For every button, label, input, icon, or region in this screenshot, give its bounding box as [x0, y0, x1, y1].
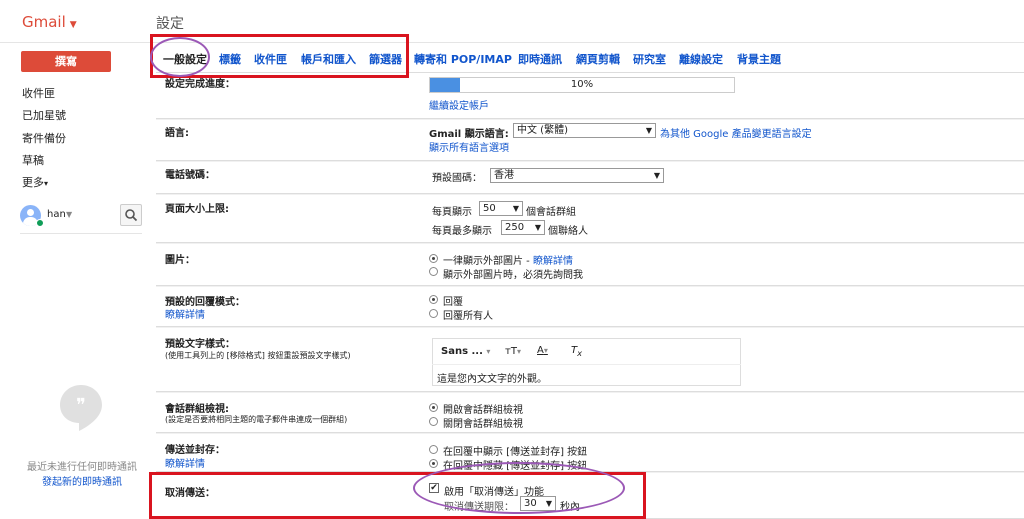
tab-chat[interactable]: 即時通訊 [518, 51, 562, 67]
radio-ask-before-images[interactable] [429, 267, 438, 276]
conversation-off-option: 關閉會話群組檢視 [443, 419, 523, 430]
tab-offline[interactable]: 離線設定 [679, 51, 723, 67]
tab-web-clips[interactable]: 網頁剪輯 [576, 51, 620, 67]
annotation-ellipse-undo-send [413, 462, 625, 514]
settings-row-send-archive [156, 434, 1024, 472]
reply-learn-more-link[interactable]: 瞭解詳情 [165, 306, 205, 321]
settings-row-images [156, 244, 1024, 286]
start-chat-link[interactable]: 發起新的即時通訊 [22, 473, 142, 488]
tab-themes[interactable]: 背景主題 [737, 51, 781, 67]
show-send-archive-option: 在回覆中顯示 [傳送並封存] 按鈕 [443, 447, 588, 458]
radio-show-send-archive[interactable] [429, 445, 438, 454]
conversations-per-page-prefix: 每頁顯示 [432, 207, 472, 218]
online-status-dot [36, 219, 44, 227]
text-color-icon[interactable]: A▾ [537, 345, 548, 356]
contacts-per-page-select[interactable]: 250 ▼ [501, 220, 545, 235]
send-archive-learn-more-link[interactable]: 瞭解詳情 [165, 455, 205, 470]
font-family-select[interactable]: Sans ... ▾ [441, 346, 490, 357]
country-code-prefix: 預設國碼： [432, 173, 482, 184]
language-select[interactable]: 中文 (繁體) ▼ [513, 123, 656, 138]
change-language-link[interactable]: 為其他 Google 產品變更語言設定 [660, 125, 812, 140]
compose-button[interactable]: 撰寫 [21, 51, 111, 72]
chevron-down-icon[interactable]: ▼ [66, 210, 72, 219]
tab-forwarding[interactable]: 轉寄和 POP/IMAP [414, 51, 512, 67]
radio-hide-send-archive[interactable] [429, 459, 438, 468]
tab-labs[interactable]: 研究室 [633, 51, 666, 67]
country-code-select[interactable]: 香港 ▼ [490, 168, 664, 183]
page-title: 設定 [156, 16, 184, 32]
dropdown-arrow-icon: ▼ [653, 171, 660, 180]
reply-option: 回覆 [443, 297, 463, 308]
page-size-label: 頁面大小上限: [165, 204, 229, 215]
sidebar-item-sent[interactable]: 寄件備份 [22, 130, 66, 146]
hangouts-icon: ❞ [60, 385, 102, 431]
conversation-view-hint: (設定是否要將相同主題的電子郵件串連成一個群組) [165, 415, 348, 424]
progress-percent: 10% [570, 79, 594, 90]
contacts-per-page-prefix: 每頁最多顯示 [432, 226, 492, 237]
dropdown-arrow-icon: ▼ [512, 204, 519, 213]
text-style-sample: 這是您內文文字的外觀。 [437, 374, 547, 385]
search-icon [125, 209, 138, 222]
user-name[interactable]: han [47, 209, 66, 220]
radio-always-show-images[interactable] [429, 254, 438, 263]
send-archive-label: 傳送並封存： [165, 445, 225, 456]
divider [20, 233, 142, 234]
text-style-label: 預設文字樣式： [165, 339, 235, 350]
annotation-ellipse-general-tab [150, 37, 210, 77]
dropdown-arrow-icon: ▼ [645, 126, 652, 135]
language-label: 語言: [165, 128, 189, 139]
gmail-logo[interactable]: Gmail ▼ [22, 13, 77, 31]
settings-row-conversation [156, 393, 1024, 433]
sidebar-item-more[interactable]: 更多▾ [22, 174, 48, 190]
contacts-per-page-suffix: 個聯絡人 [548, 226, 588, 237]
radio-conversation-on[interactable] [429, 403, 438, 412]
editor-divider [432, 364, 741, 365]
ask-before-images-option: 顯示外部圖片時，必須先詢問我 [443, 270, 583, 281]
images-label: 圖片： [165, 255, 195, 266]
conversations-per-page-suffix: 個會話群組 [526, 207, 576, 218]
conversations-per-page-select[interactable]: 50 ▼ [479, 201, 523, 216]
dropdown-arrow-icon: ▼ [534, 223, 541, 232]
settings-row-reply [156, 287, 1024, 327]
radio-reply[interactable] [429, 295, 438, 304]
radio-reply-all[interactable] [429, 309, 438, 318]
svg-text:❞: ❞ [76, 395, 86, 416]
reply-all-option: 回覆所有人 [443, 311, 493, 322]
chevron-down-icon: ▼ [69, 20, 77, 30]
remove-formatting-icon[interactable]: Tx [571, 345, 582, 358]
settings-row-page-size [156, 195, 1024, 243]
search-people-button[interactable] [120, 204, 142, 226]
sidebar-item-starred[interactable]: 已加星號 [22, 107, 66, 123]
phone-label: 電話號碼： [165, 170, 215, 181]
chat-empty-text: 最近未進行任何即時通訊 [27, 462, 137, 473]
all-languages-link[interactable]: 顯示所有語言選項 [429, 139, 509, 154]
conversation-view-label: 會話群組檢視: [165, 404, 229, 415]
font-size-icon[interactable]: ᴛT▾ [505, 346, 521, 357]
sidebar-item-inbox[interactable]: 收件匣 [22, 85, 55, 101]
conversation-on-option: 開啟會話群組檢視 [443, 405, 523, 416]
sidebar-item-drafts[interactable]: 草稿 [22, 152, 44, 168]
continue-setup-link[interactable]: 繼續設定帳戶 [429, 97, 489, 112]
radio-conversation-off[interactable] [429, 417, 438, 426]
text-style-hint: (使用工具列上的 [移除格式] 按鈕重設預設文字樣式) [165, 351, 351, 360]
always-show-images-option: 一律顯示外部圖片 - 瞭解詳情 [443, 256, 573, 267]
language-prefix: Gmail 顯示語言: [429, 129, 509, 140]
